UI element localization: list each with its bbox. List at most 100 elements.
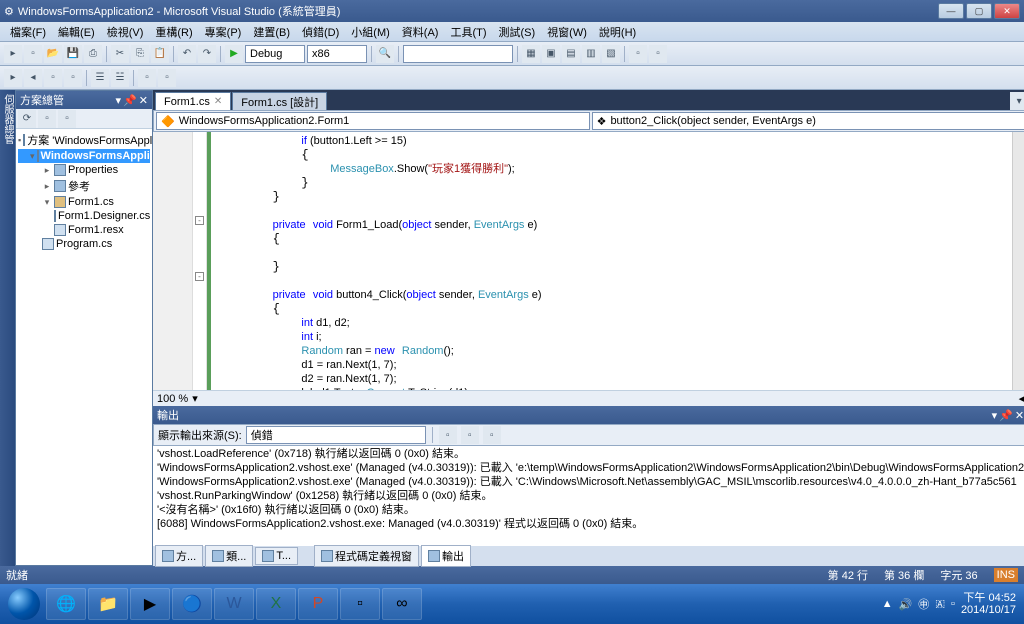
form-node[interactable]: ▾Form1.cs	[18, 195, 150, 209]
tool-icon[interactable]: ▫	[649, 45, 667, 63]
references-node[interactable]: ▸參考	[18, 177, 150, 195]
dropdown-icon[interactable]: ▾	[992, 409, 998, 422]
tool-icon[interactable]: ▧	[602, 45, 620, 63]
properties-node[interactable]: ▸Properties	[18, 163, 150, 177]
props-icon[interactable]: ▫	[58, 110, 76, 128]
btab-codedef[interactable]: 程式碼定義視窗	[314, 545, 419, 567]
tab-form1cs[interactable]: Form1.cs✕	[155, 92, 231, 110]
add-item-icon[interactable]: ▫	[24, 45, 42, 63]
tool-icon[interactable]: ▥	[582, 45, 600, 63]
tool-icon[interactable]: ▦	[522, 45, 540, 63]
pin-icon[interactable]: 📌	[999, 409, 1013, 422]
excel-icon[interactable]: X	[256, 588, 296, 620]
tray-icon[interactable]: ▲	[882, 598, 893, 610]
btab-output[interactable]: 輸出	[421, 545, 471, 567]
maximize-button[interactable]: ▢	[966, 3, 992, 19]
menu-edit[interactable]: 編輯(E)	[52, 22, 101, 42]
refresh-icon[interactable]: ⟳	[18, 110, 36, 128]
resx-node[interactable]: Form1.resx	[18, 223, 150, 237]
app-icon[interactable]: ▫	[340, 588, 380, 620]
tray-ime-icon[interactable]: ㊥	[918, 596, 929, 612]
solution-node[interactable]: ▪方案 'WindowsFormsApplicati	[18, 131, 150, 149]
solution-tree[interactable]: ▪方案 'WindowsFormsApplicati ▾WindowsForms…	[16, 129, 152, 565]
word-icon[interactable]: W	[214, 588, 254, 620]
menu-window[interactable]: 視窗(W)	[541, 22, 593, 42]
zoom-level[interactable]: 100 %	[157, 393, 188, 405]
bookmark-icon[interactable]: ▫	[138, 69, 156, 87]
tool-icon[interactable]: ▣	[542, 45, 560, 63]
output-source-combo[interactable]: 偵錯	[246, 426, 426, 444]
btab-team[interactable]: T...	[255, 547, 298, 565]
tool-icon[interactable]: ▫	[629, 45, 647, 63]
code-content[interactable]: if (button1.Left >= 15) { MessageBox.Sho…	[211, 132, 1012, 390]
program-node[interactable]: Program.cs	[18, 237, 150, 251]
cut-icon[interactable]: ✂	[111, 45, 129, 63]
designer-node[interactable]: Form1.Designer.cs	[18, 209, 150, 223]
menu-help[interactable]: 說明(H)	[593, 22, 642, 42]
uncomment-icon[interactable]: ☱	[111, 69, 129, 87]
outdent-icon[interactable]: ◂	[24, 69, 42, 87]
config-combo[interactable]: Debug	[245, 45, 305, 63]
close-button[interactable]: ✕	[994, 3, 1020, 19]
menu-debug[interactable]: 偵錯(D)	[296, 22, 345, 42]
undo-icon[interactable]: ↶	[178, 45, 196, 63]
menu-view[interactable]: 檢視(V)	[101, 22, 150, 42]
left-dock-strip[interactable]: 伺服器總管	[0, 90, 15, 566]
tab-form1design[interactable]: Form1.cs [設計]	[232, 92, 327, 110]
menu-file[interactable]: 檔案(F)	[4, 22, 52, 42]
start-button[interactable]	[4, 584, 44, 624]
tool-icon[interactable]: ▤	[562, 45, 580, 63]
close-panel-icon[interactable]: ✕	[139, 94, 148, 107]
pin-icon[interactable]: 📌	[123, 94, 137, 107]
taskbar-clock[interactable]: 下午 04:522014/10/17	[961, 592, 1016, 616]
menu-team[interactable]: 小組(M)	[345, 22, 396, 42]
split-icon[interactable]: ◂	[1019, 392, 1024, 405]
indent-icon[interactable]: ▸	[4, 69, 22, 87]
menu-data[interactable]: 資料(A)	[396, 22, 445, 42]
platform-combo[interactable]: x86	[307, 45, 367, 63]
ie-icon[interactable]: 🌐	[46, 588, 86, 620]
showall-icon[interactable]: ▫	[38, 110, 56, 128]
chrome-icon[interactable]: 🔵	[172, 588, 212, 620]
tool-icon[interactable]: ▫	[158, 69, 176, 87]
paste-icon[interactable]: 📋	[151, 45, 169, 63]
save-icon[interactable]: 💾	[64, 45, 82, 63]
tablist-icon[interactable]: ▾	[1010, 92, 1024, 110]
close-tab-icon[interactable]: ✕	[214, 96, 222, 107]
vscrollbar[interactable]	[1012, 132, 1024, 390]
start-debug-icon[interactable]: ▶	[225, 45, 243, 63]
new-project-icon[interactable]: ▸	[4, 45, 22, 63]
menu-tools[interactable]: 工具(T)	[444, 22, 492, 42]
find-icon[interactable]: 🔍	[376, 45, 394, 63]
menu-build[interactable]: 建置(B)	[247, 22, 296, 42]
redo-icon[interactable]: ↷	[198, 45, 216, 63]
class-combo[interactable]: 🔶WindowsFormsApplication2.Form1	[156, 112, 590, 130]
project-node[interactable]: ▾WindowsFormsApplication	[18, 149, 150, 163]
tray-icon[interactable]: 🇦	[935, 598, 945, 611]
menu-test[interactable]: 測試(S)	[493, 22, 542, 42]
code-editor[interactable]: - - if (button1.Left >= 15) { MessageBox…	[153, 132, 1024, 390]
copy-icon[interactable]: ⎘	[131, 45, 149, 63]
open-icon[interactable]: 📂	[44, 45, 62, 63]
outline-margin[interactable]: - -	[193, 132, 207, 390]
menu-refactor[interactable]: 重構(R)	[149, 22, 198, 42]
wrap-icon[interactable]: ▫	[483, 426, 501, 444]
saveall-icon[interactable]: ⎙	[84, 45, 102, 63]
find-combo[interactable]	[403, 45, 513, 63]
member-combo[interactable]: ❖button2_Click(object sender, EventArgs …	[592, 112, 1024, 130]
dropdown-icon[interactable]: ▾	[116, 94, 122, 107]
menu-project[interactable]: 專案(P)	[199, 22, 248, 42]
btab-class[interactable]: 類...	[205, 545, 253, 567]
explorer-icon[interactable]: 📁	[88, 588, 128, 620]
goto-icon[interactable]: ▫	[439, 426, 457, 444]
comment-icon[interactable]: ☰	[91, 69, 109, 87]
close-panel-icon[interactable]: ✕	[1015, 409, 1024, 422]
fold-icon[interactable]: -	[195, 216, 204, 225]
tray-icon[interactable]: ▫	[951, 598, 955, 610]
minimize-button[interactable]: —	[938, 3, 964, 19]
output-text[interactable]: 'vshost.LoadReference' (0x718) 執行緒以返回碼 0…	[153, 446, 1024, 546]
vs-taskbar-icon[interactable]: ∞	[382, 588, 422, 620]
tray-icon[interactable]: 🔊	[899, 598, 913, 611]
fold-icon[interactable]: -	[195, 272, 204, 281]
system-tray[interactable]: ▲ 🔊 ㊥ 🇦 ▫ 下午 04:522014/10/17	[882, 592, 1020, 616]
